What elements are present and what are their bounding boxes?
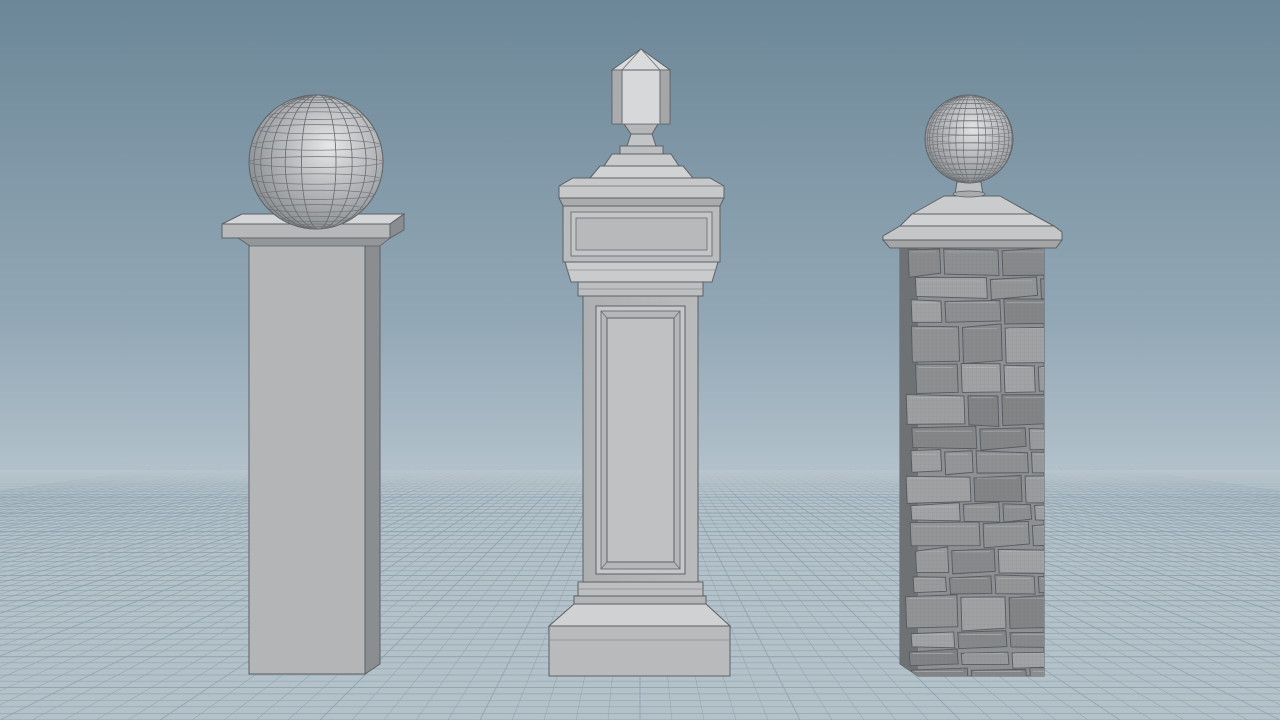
plain-box-pillar[interactable] — [221, 213, 406, 675]
wireframe-sphere-left — [248, 94, 384, 230]
wireframe-sphere-right — [924, 94, 1014, 184]
3d-viewport[interactable] — [0, 0, 1280, 720]
